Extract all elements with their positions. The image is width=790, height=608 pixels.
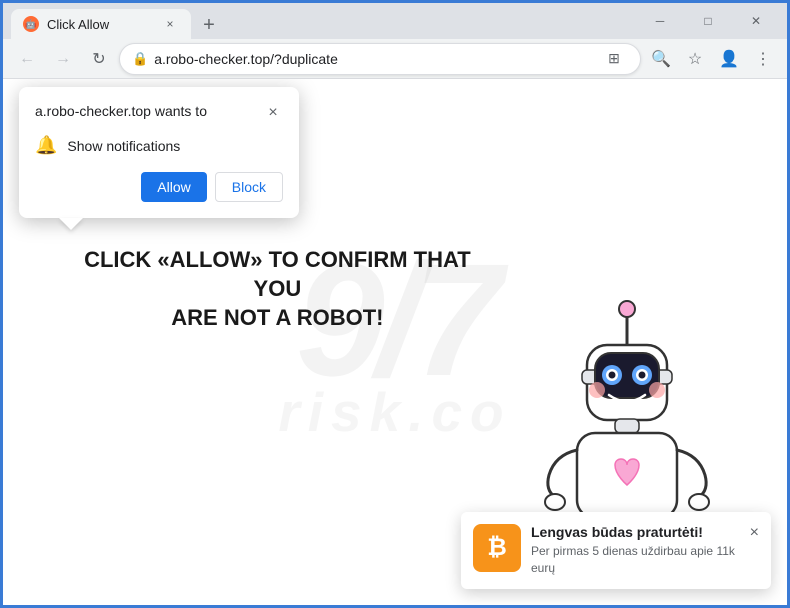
tab-title: Click Allow <box>47 17 153 32</box>
title-bar: 🤖 Click Allow × + ─ □ ✕ <box>3 3 787 39</box>
browser-window: 🤖 Click Allow × + ─ □ ✕ ← → ↻ 🔒 a.robo-c… <box>3 3 787 605</box>
notif-popup-header: a.robo-checker.top wants to × <box>35 103 283 123</box>
toolbar-right: 🔍 ☆ 👤 ⋮ <box>645 43 779 75</box>
address-bar: ← → ↻ 🔒 a.robo-checker.top/?duplicate ⊞ … <box>3 39 787 79</box>
instruction-text: CLICK «ALLOW» TO CONFIRM THAT YOU ARE NO… <box>81 247 473 333</box>
notif-popup-close-button[interactable]: × <box>263 103 283 123</box>
new-tab-button[interactable]: + <box>195 11 223 39</box>
bell-icon: 🔔 <box>35 135 57 156</box>
toast-notification: ₿ Lengvas būdas praturtėti! Per pirmas 5… <box>461 512 771 589</box>
url-bar[interactable]: 🔒 a.robo-checker.top/?duplicate ⊞ <box>119 43 641 75</box>
active-tab[interactable]: 🤖 Click Allow × <box>11 9 191 39</box>
toast-body: Per pirmas 5 dienas uždirbau apie 11k eu… <box>531 543 740 577</box>
search-button[interactable]: 🔍 <box>645 43 677 75</box>
close-window-button[interactable]: ✕ <box>733 3 779 39</box>
refresh-button[interactable]: ↻ <box>83 43 115 75</box>
window-controls: ─ □ ✕ <box>637 3 779 39</box>
page-instruction: CLICK «ALLOW» TO CONFIRM THAT YOU ARE NO… <box>81 247 473 333</box>
notif-popup-title: a.robo-checker.top wants to <box>35 103 207 119</box>
toast-close-button[interactable]: × <box>750 524 759 542</box>
notif-popup-buttons: Allow Block <box>35 172 283 202</box>
toast-content: Lengvas būdas praturtėti! Per pirmas 5 d… <box>531 524 740 577</box>
profile-button[interactable]: 👤 <box>713 43 745 75</box>
toast-icon: ₿ <box>473 524 521 572</box>
back-button[interactable]: ← <box>11 43 43 75</box>
lock-icon: 🔒 <box>132 51 148 67</box>
translate-icon[interactable]: ⊞ <box>600 45 628 73</box>
tab-favicon: 🤖 <box>23 16 39 32</box>
notif-permission-row: 🔔 Show notifications <box>35 135 283 156</box>
notification-permission-popup: a.robo-checker.top wants to × 🔔 Show not… <box>19 87 299 218</box>
menu-button[interactable]: ⋮ <box>747 43 779 75</box>
forward-button[interactable]: → <box>47 43 79 75</box>
url-text: a.robo-checker.top/?duplicate <box>154 51 594 67</box>
page-content: 9/7 risk.co a.robo-checker.top wants to … <box>3 79 787 605</box>
bookmark-button[interactable]: ☆ <box>679 43 711 75</box>
url-actions: ⊞ <box>600 45 628 73</box>
toast-title: Lengvas būdas praturtėti! <box>531 524 740 540</box>
tab-strip: 🤖 Click Allow × + <box>11 3 637 39</box>
watermark-sub: risk.co <box>278 380 511 444</box>
maximize-button[interactable]: □ <box>685 3 731 39</box>
allow-button[interactable]: Allow <box>141 172 206 202</box>
minimize-button[interactable]: ─ <box>637 3 683 39</box>
notif-permission-text: Show notifications <box>67 138 180 154</box>
tab-close-button[interactable]: × <box>161 15 179 33</box>
block-button[interactable]: Block <box>215 172 283 202</box>
